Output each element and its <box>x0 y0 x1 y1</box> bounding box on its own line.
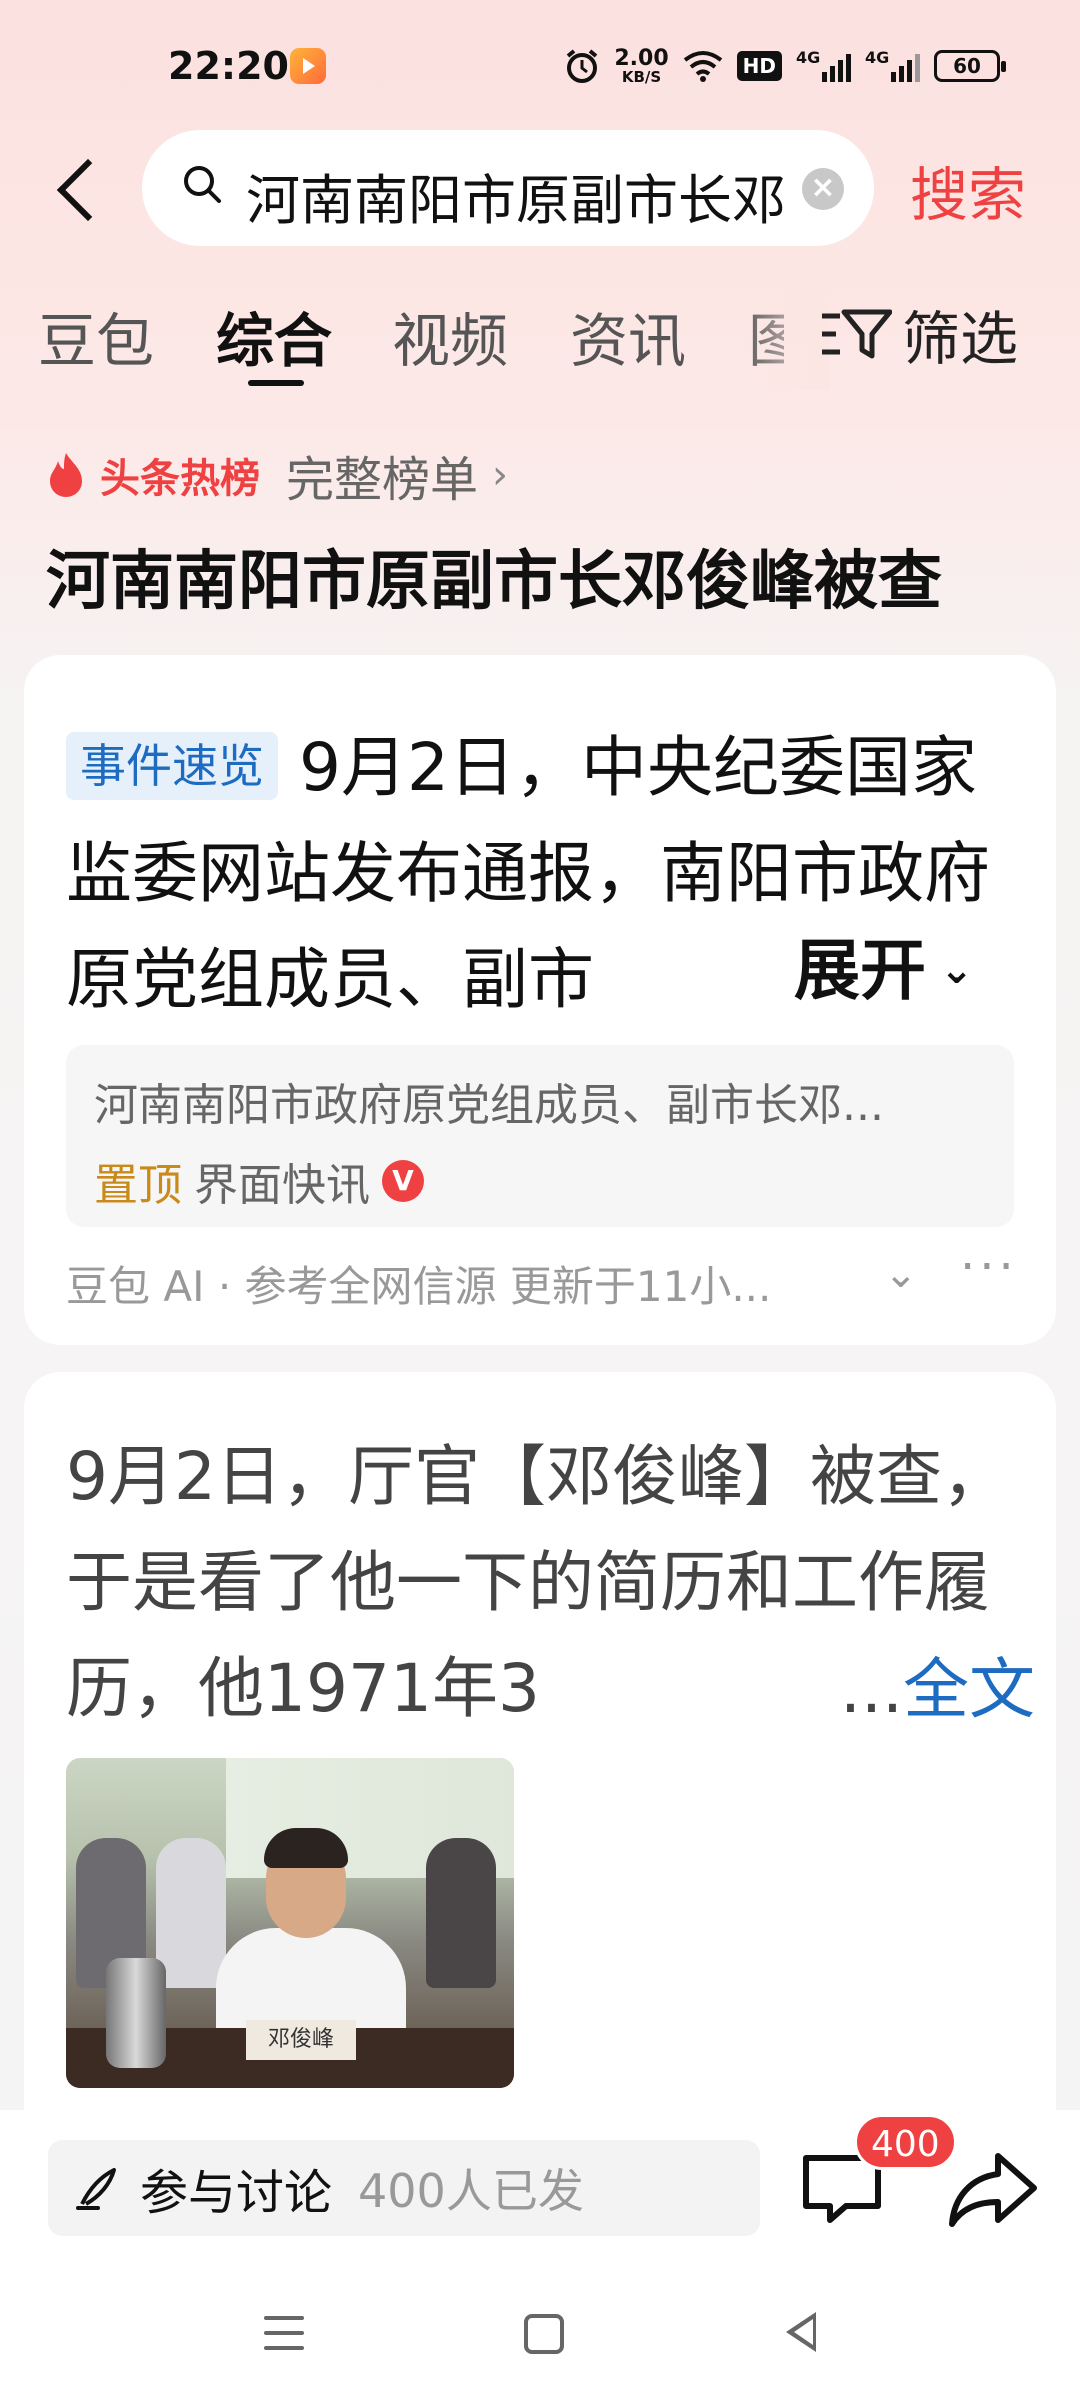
full-text-link[interactable]: ...全文 <box>806 1636 1035 1732</box>
discuss-count: 400人已发 <box>358 2164 584 2218</box>
recent-apps-button[interactable] <box>264 2316 304 2350</box>
source-article[interactable]: 河南南阳市政府原党组成员、副市长邓... 置顶 界面快讯 V <box>66 1045 1014 1227</box>
pen-icon <box>76 2168 116 2210</box>
photo-nameplate: 邓俊峰 <box>246 2020 356 2060</box>
flame-icon <box>50 453 82 497</box>
pinned-label: 置顶 <box>94 1160 182 1211</box>
ellipsis: ... <box>840 1651 903 1728</box>
net-speed-unit: KB/S <box>621 67 662 86</box>
battery-icon: 60 <box>934 50 1006 82</box>
signal-icon-1: 4G <box>796 48 851 82</box>
comment-count-badge: 400 <box>854 2114 957 2170</box>
discuss-input[interactable]: 参与讨论 400人已发 <box>48 2140 760 2236</box>
wifi-icon <box>683 51 722 82</box>
full-list-link[interactable]: 完整榜单 <box>286 440 478 510</box>
signal-icon-2: 4G <box>865 48 920 82</box>
post-photo[interactable]: 邓俊峰 <box>66 1758 514 2088</box>
back-arrow-icon <box>56 158 120 222</box>
search-icon <box>184 166 221 203</box>
event-tag: 事件速览 <box>66 732 278 800</box>
chevron-right-icon: › <box>492 452 509 498</box>
search-input[interactable]: 河南南阳市原副市长邓俊峰被查 × <box>142 130 874 246</box>
net-speed: 2.00 KB/S <box>614 45 669 86</box>
app-notification-icon <box>290 48 326 84</box>
home-button[interactable] <box>524 2314 564 2354</box>
card-footer: 豆包 AI · 参考全网信源 更新于11小... <box>66 1262 772 1311</box>
source-title: 河南南阳市政府原党组成员、副市长邓... <box>94 1080 884 1131</box>
system-back-button[interactable] <box>786 2312 816 2352</box>
filter-button[interactable]: 筛选 <box>820 292 1018 376</box>
source-meta: 置顶 界面快讯 V <box>94 1149 424 1213</box>
filter-icon <box>822 309 892 359</box>
tab-doubao[interactable]: 豆包 <box>38 294 154 378</box>
photo-person-mid <box>156 1838 226 1988</box>
signal-2-label: 4G <box>865 48 890 67</box>
filter-label: 筛选 <box>902 305 1019 373</box>
clear-icon[interactable]: × <box>802 168 844 210</box>
photo-man-hair <box>264 1828 348 1868</box>
event-summary-card[interactable]: 事件速览 9月2日，中央纪委国家监委网站发布通报，南阳市政府原党组成员、副市 展… <box>24 655 1056 1345</box>
status-icons: 2.00 KB/S HD 4G 4G 60 <box>564 44 1006 88</box>
search-query[interactable]: 河南南阳市原副市长邓俊峰被查 <box>246 156 786 235</box>
hot-headline[interactable]: 河南南阳市原副市长邓俊峰被查 <box>46 530 942 622</box>
photo-thermos <box>106 1958 166 2068</box>
post-card[interactable]: 9月2日，厅官【邓俊峰】被查，于是看了他一下的简历和工作履历，他1971年3 .… <box>24 1372 1056 2132</box>
tab-news[interactable]: 资讯 <box>570 294 686 378</box>
active-tab-indicator <box>248 380 304 386</box>
tab-comprehensive[interactable]: 综合 <box>216 294 332 378</box>
system-nav-bar <box>0 2270 1080 2400</box>
status-time: 22:20 <box>168 44 289 88</box>
tabs-fade <box>740 280 830 390</box>
hd-voice-icon: HD <box>736 51 782 81</box>
status-bar: 22:20 2.00 KB/S HD 4G 4G 60 <box>0 0 1080 130</box>
source-media: 界面快讯 <box>194 1160 370 1211</box>
chevron-down-icon: ⌄ <box>926 947 974 993</box>
bottom-action-bar: 参与讨论 400人已发 400 <box>0 2110 1080 2270</box>
more-icon[interactable]: ··· <box>960 1239 1018 1295</box>
verified-badge-icon: V <box>382 1160 424 1202</box>
expand-button[interactable]: 展开 ⌄ <box>724 917 974 1013</box>
full-text-label: 全文 <box>902 1651 1035 1728</box>
alarm-icon <box>567 49 598 83</box>
hot-board-row[interactable]: 头条热榜 完整榜单 › <box>46 440 508 510</box>
photo-person-right <box>426 1838 496 1988</box>
hot-board-brand: 头条热榜 <box>100 456 260 502</box>
battery-level: 60 <box>953 54 981 78</box>
discuss-label: 参与讨论 <box>140 2165 333 2221</box>
search-button[interactable]: 搜索 <box>910 148 1026 232</box>
back-button[interactable] <box>40 140 120 240</box>
expand-label: 展开 <box>794 932 926 1009</box>
net-speed-value: 2.00 <box>614 45 669 71</box>
tab-video[interactable]: 视频 <box>392 294 508 378</box>
signal-1-label: 4G <box>796 48 821 67</box>
share-icon[interactable] <box>948 2150 1038 2230</box>
category-tabs: 豆包 综合 视频 资讯 图片 筛选 <box>0 280 1080 400</box>
chevron-down-icon[interactable]: ⌄ <box>884 1251 918 1297</box>
